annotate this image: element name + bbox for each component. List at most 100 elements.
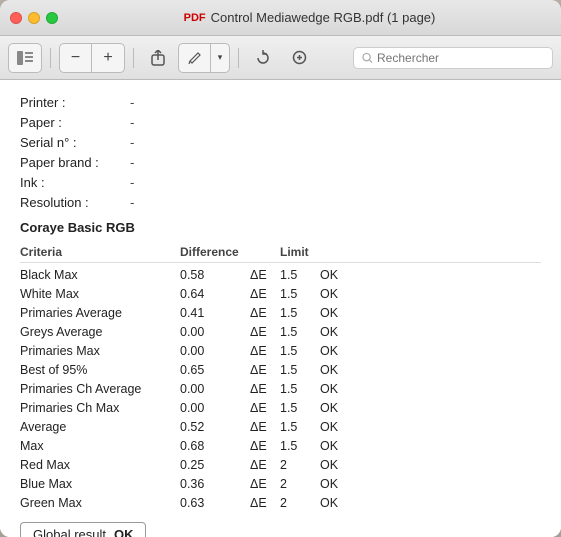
search-icon: [362, 52, 373, 64]
table-row: Max 0.68 ΔE 1.5 OK: [20, 436, 541, 455]
table-row: Best of 95% 0.65 ΔE 1.5 OK: [20, 360, 541, 379]
row-unit: ΔE: [250, 458, 280, 472]
pen-button[interactable]: [179, 44, 211, 72]
table-row: White Max 0.64 ΔE 1.5 OK: [20, 284, 541, 303]
row-criteria: White Max: [20, 287, 180, 301]
sidebar-toggle-button[interactable]: [9, 44, 41, 72]
info-row-paper: Paper : -: [20, 112, 541, 132]
table-row: Primaries Ch Average 0.00 ΔE 1.5 OK: [20, 379, 541, 398]
table-row: Greys Average 0.00 ΔE 1.5 OK: [20, 322, 541, 341]
close-button[interactable]: [10, 12, 22, 24]
share-icon: [151, 50, 165, 66]
search-input[interactable]: [377, 51, 544, 65]
row-status: OK: [320, 458, 360, 472]
pdf-icon: PDF: [184, 12, 206, 24]
row-criteria: Primaries Average: [20, 306, 180, 320]
row-limit: 1.5: [280, 287, 320, 301]
annotate-button[interactable]: [283, 44, 315, 72]
row-diff: 0.00: [180, 325, 250, 339]
info-row-ink: Ink : -: [20, 172, 541, 192]
row-limit: 1.5: [280, 382, 320, 396]
title-label: Control Mediawedge RGB.pdf (1 page): [211, 10, 436, 25]
row-unit: ΔE: [250, 306, 280, 320]
row-diff: 0.58: [180, 268, 250, 282]
row-criteria: Greys Average: [20, 325, 180, 339]
info-table: Printer : - Paper : - Serial n° : - Pape…: [20, 92, 541, 212]
serial-label: Serial n° :: [20, 135, 130, 150]
rotate-button[interactable]: [247, 44, 279, 72]
table-body: Black Max 0.58 ΔE 1.5 OK White Max 0.64 …: [20, 265, 541, 512]
printer-label: Printer :: [20, 95, 130, 110]
pen-dropdown-button[interactable]: ▾: [211, 44, 229, 72]
row-unit: ΔE: [250, 477, 280, 491]
maximize-button[interactable]: [46, 12, 58, 24]
row-unit: ΔE: [250, 344, 280, 358]
table-row: Green Max 0.63 ΔE 2 OK: [20, 493, 541, 512]
row-criteria: Primaries Max: [20, 344, 180, 358]
table-row: Average 0.52 ΔE 1.5 OK: [20, 417, 541, 436]
row-limit: 1.5: [280, 344, 320, 358]
row-limit: 1.5: [280, 306, 320, 320]
serial-value: -: [130, 135, 134, 150]
row-status: OK: [320, 496, 360, 510]
row-status: OK: [320, 382, 360, 396]
resolution-label: Resolution :: [20, 195, 130, 210]
zoom-out-button[interactable]: −: [60, 44, 92, 72]
zoom-button-group: − +: [59, 43, 125, 73]
row-criteria: Max: [20, 439, 180, 453]
row-unit: ΔE: [250, 439, 280, 453]
share-button[interactable]: [142, 44, 174, 72]
row-diff: 0.52: [180, 420, 250, 434]
search-box[interactable]: [353, 47, 553, 69]
row-status: OK: [320, 287, 360, 301]
row-diff: 0.64: [180, 287, 250, 301]
row-unit: ΔE: [250, 287, 280, 301]
row-status: OK: [320, 268, 360, 282]
pen-icon: [188, 51, 202, 65]
row-unit: ΔE: [250, 420, 280, 434]
row-unit: ΔE: [250, 496, 280, 510]
row-status: OK: [320, 439, 360, 453]
criteria-table: Criteria Difference Limit Black Max 0.58…: [20, 241, 541, 512]
row-limit: 2: [280, 477, 320, 491]
row-criteria: Average: [20, 420, 180, 434]
row-diff: 0.36: [180, 477, 250, 491]
minimize-button[interactable]: [28, 12, 40, 24]
zoom-in-button[interactable]: +: [92, 44, 124, 72]
global-result-box: Global result OK: [20, 522, 146, 537]
row-limit: 1.5: [280, 439, 320, 453]
row-limit: 1.5: [280, 363, 320, 377]
row-status: OK: [320, 401, 360, 415]
header-limit: Limit: [280, 245, 320, 259]
table-header-row: Criteria Difference Limit: [20, 241, 541, 263]
info-row-serial: Serial n° : -: [20, 132, 541, 152]
info-row-resolution: Resolution : -: [20, 192, 541, 212]
row-unit: ΔE: [250, 325, 280, 339]
annotate-icon: [292, 50, 307, 65]
rotate-icon: [256, 50, 271, 65]
row-unit: ΔE: [250, 268, 280, 282]
row-criteria: Primaries Ch Average: [20, 382, 180, 396]
row-criteria: Best of 95%: [20, 363, 180, 377]
toolbar: − + ▾: [0, 36, 561, 80]
row-diff: 0.68: [180, 439, 250, 453]
row-limit: 2: [280, 458, 320, 472]
global-result-value: OK: [114, 527, 134, 537]
row-diff: 0.41: [180, 306, 250, 320]
table-row: Primaries Max 0.00 ΔE 1.5 OK: [20, 341, 541, 360]
traffic-lights: [10, 12, 58, 24]
app-window: PDF Control Mediawedge RGB.pdf (1 page) …: [0, 0, 561, 537]
header-criteria: Criteria: [20, 245, 180, 259]
row-criteria: Black Max: [20, 268, 180, 282]
info-row-printer: Printer : -: [20, 92, 541, 112]
header-difference: Difference: [180, 245, 250, 259]
table-row: Black Max 0.58 ΔE 1.5 OK: [20, 265, 541, 284]
separator-2: [133, 48, 134, 68]
row-status: OK: [320, 477, 360, 491]
row-status: OK: [320, 420, 360, 434]
row-limit: 2: [280, 496, 320, 510]
row-unit: ΔE: [250, 382, 280, 396]
row-limit: 1.5: [280, 325, 320, 339]
row-limit: 1.5: [280, 268, 320, 282]
pen-button-group: ▾: [178, 43, 230, 73]
